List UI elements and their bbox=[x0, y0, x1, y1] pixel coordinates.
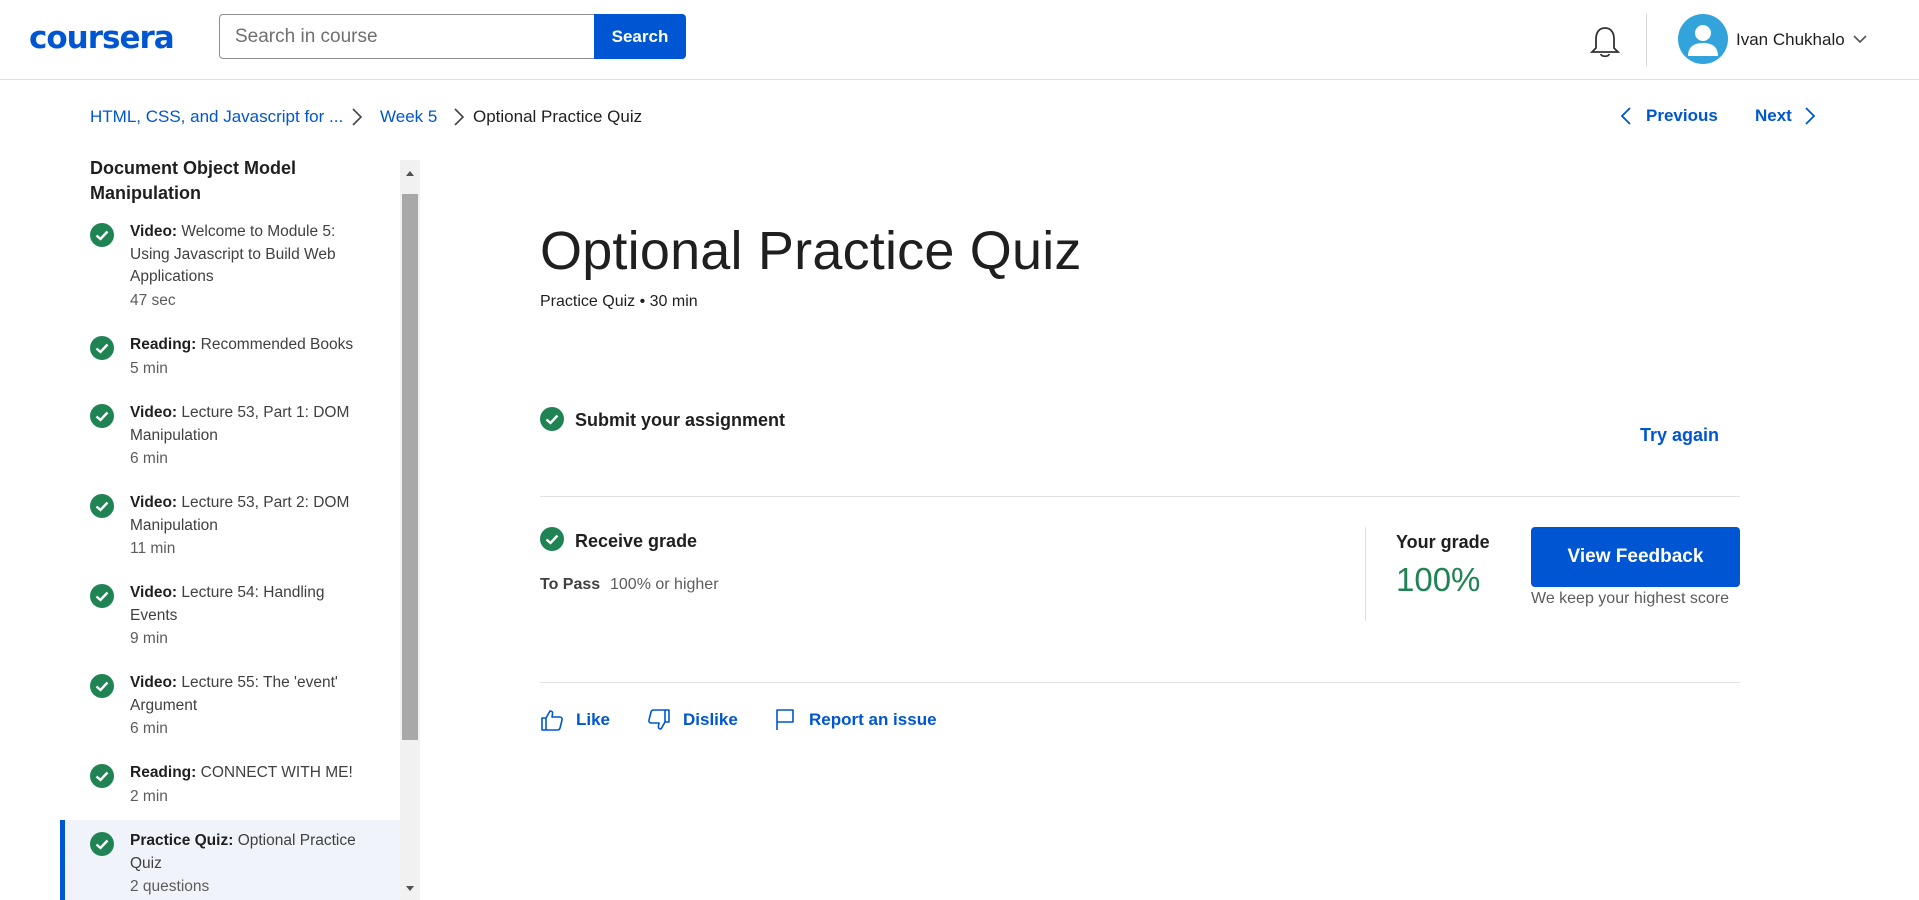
sidebar-item-label: Video: Welcome to Module 5: Using Javasc… bbox=[130, 221, 360, 313]
page-subtitle: Practice Quiz • 30 min bbox=[540, 293, 698, 310]
grade-divider bbox=[1365, 527, 1366, 621]
check-circle-icon bbox=[90, 223, 114, 247]
receive-grade-title: Receive grade bbox=[575, 531, 698, 551]
next-button[interactable]: Next bbox=[1755, 106, 1816, 126]
to-pass-value: 100% or higher bbox=[610, 576, 719, 593]
sidebar-item-duration: 11 min bbox=[130, 540, 176, 557]
check-circle-icon bbox=[90, 494, 114, 518]
sidebar-item-label: Reading: Recommended Books 5 min bbox=[130, 334, 360, 381]
sidebar-scrollbar[interactable] bbox=[400, 160, 420, 900]
search-input[interactable] bbox=[219, 14, 595, 59]
report-issue-label: Report an issue bbox=[809, 710, 937, 729]
check-circle-icon bbox=[90, 832, 114, 856]
sidebar-item[interactable]: Video: Lecture 55: The 'event' Argument 6… bbox=[60, 672, 400, 750]
sidebar-item-type: Video: bbox=[130, 494, 178, 511]
keep-score-note: We keep your highest score bbox=[1531, 590, 1730, 607]
sidebar-item[interactable]: Video: Lecture 54: Handling Events 9 min bbox=[60, 582, 400, 660]
sidebar-item-type: Reading: bbox=[130, 764, 197, 781]
scroll-down-icon[interactable] bbox=[400, 878, 420, 898]
chevron-down-icon[interactable] bbox=[1852, 32, 1868, 46]
scroll-up-icon[interactable] bbox=[400, 164, 420, 184]
user-name[interactable]: Ivan Chukhalo bbox=[1736, 30, 1845, 50]
like-label: Like bbox=[576, 710, 611, 729]
sidebar-item-type: Video: bbox=[130, 404, 178, 421]
sidebar-item-name: Recommended Books bbox=[200, 336, 354, 353]
sidebar-item-label: Reading: CONNECT WITH ME! 2 min bbox=[130, 762, 360, 809]
scroll-thumb[interactable] bbox=[402, 194, 418, 740]
sidebar-item-type: Video: bbox=[130, 223, 178, 240]
module-title: Document Object Model Manipulation bbox=[90, 160, 297, 203]
sidebar-item[interactable]: Reading: CONNECT WITH ME! 2 min bbox=[60, 762, 400, 817]
sidebar-item-duration: 47 sec bbox=[130, 291, 176, 309]
report-issue-button[interactable]: Report an issue bbox=[773, 708, 937, 732]
view-feedback-button[interactable]: View Feedback bbox=[1531, 527, 1740, 587]
sidebar-item-duration: 5 min bbox=[130, 359, 168, 377]
check-circle-icon bbox=[90, 764, 114, 788]
dislike-label: Dislike bbox=[683, 710, 738, 729]
sidebar-item-name: CONNECT WITH ME! bbox=[200, 764, 353, 781]
sidebar-item-type: Practice Quiz: bbox=[130, 832, 234, 849]
sidebar-item-label: Practice Quiz: Optional Practice Quiz 2 q… bbox=[130, 830, 360, 899]
header-divider bbox=[1646, 14, 1647, 66]
user-icon bbox=[1688, 25, 1718, 56]
next-label: Next bbox=[1755, 106, 1792, 125]
like-button[interactable]: Like bbox=[540, 708, 610, 732]
breadcrumb-current: Optional Practice Quiz bbox=[473, 107, 643, 126]
sidebar-item[interactable]: Practice Quiz: Optional Practice Quiz 2 q… bbox=[60, 820, 400, 900]
sidebar-item[interactable]: Reading: Recommended Books 5 min bbox=[60, 334, 400, 389]
top-header: coursera Search Ivan Chukhalo bbox=[0, 0, 1919, 80]
your-grade-value: 100% bbox=[1396, 561, 1481, 598]
check-circle-icon bbox=[90, 584, 114, 608]
sidebar-item-type: Video: bbox=[130, 674, 178, 691]
try-again-button[interactable]: Try again bbox=[1640, 425, 1719, 446]
breadcrumb-course[interactable]: HTML, CSS, and Javascript for ... bbox=[90, 107, 343, 127]
check-circle-icon bbox=[90, 404, 114, 428]
submit-assignment-title: Submit your assignment bbox=[575, 410, 786, 430]
check-circle-icon bbox=[90, 336, 114, 360]
avatar[interactable] bbox=[1678, 14, 1728, 64]
sidebar-item[interactable]: Video: Lecture 53, Part 2: DOM Manipulat… bbox=[60, 492, 400, 570]
to-pass-label: To Pass bbox=[540, 576, 601, 593]
previous-button[interactable]: Previous bbox=[1620, 106, 1718, 126]
coursera-logo[interactable]: coursera bbox=[29, 20, 175, 56]
chevron-right-icon bbox=[352, 108, 363, 126]
sidebar-item-type: Reading: bbox=[130, 336, 197, 353]
thumbs-up-icon bbox=[541, 710, 563, 731]
divider bbox=[540, 682, 1740, 683]
flag-icon bbox=[776, 709, 794, 730]
chevron-left-icon bbox=[1620, 107, 1631, 125]
thumbs-down-icon bbox=[648, 709, 670, 730]
sidebar-item-label: Video: Lecture 55: The 'event' Argument 6… bbox=[130, 672, 360, 741]
sidebar-item-duration: 6 min bbox=[130, 450, 168, 467]
check-circle-icon bbox=[540, 407, 564, 431]
chevron-right-icon bbox=[1805, 107, 1816, 125]
your-grade-label: Your grade bbox=[1396, 532, 1490, 552]
search-button[interactable]: Search bbox=[594, 14, 686, 59]
divider bbox=[540, 496, 1740, 497]
check-circle-icon bbox=[90, 674, 114, 698]
sidebar-item[interactable]: Video: Lecture 53, Part 1: DOM Manipulat… bbox=[60, 402, 400, 480]
sidebar-item-duration: 6 min bbox=[130, 720, 168, 737]
breadcrumb-week[interactable]: Week 5 bbox=[380, 107, 437, 127]
page-title: Optional Practice Quiz bbox=[540, 221, 1082, 281]
sidebar-item-label: Video: Lecture 53, Part 1: DOM Manipulat… bbox=[130, 402, 360, 471]
sidebar-item-type: Video: bbox=[130, 584, 178, 601]
sidebar-item[interactable]: Video: Welcome to Module 5: Using Javasc… bbox=[60, 221, 400, 316]
check-circle-icon bbox=[540, 527, 564, 551]
sidebar-item-label: Video: Lecture 53, Part 2: DOM Manipulat… bbox=[130, 492, 360, 561]
sidebar-item-duration: 2 questions bbox=[130, 878, 210, 895]
chevron-right-icon bbox=[454, 108, 465, 126]
sidebar-item-duration: 2 min bbox=[130, 787, 168, 805]
sidebar-item-duration: 9 min bbox=[130, 630, 168, 647]
sidebar-item-label: Video: Lecture 54: Handling Events 9 min bbox=[130, 582, 360, 651]
dislike-button[interactable]: Dislike bbox=[647, 708, 738, 732]
bell-icon[interactable] bbox=[1588, 24, 1622, 60]
previous-label: Previous bbox=[1646, 106, 1718, 125]
